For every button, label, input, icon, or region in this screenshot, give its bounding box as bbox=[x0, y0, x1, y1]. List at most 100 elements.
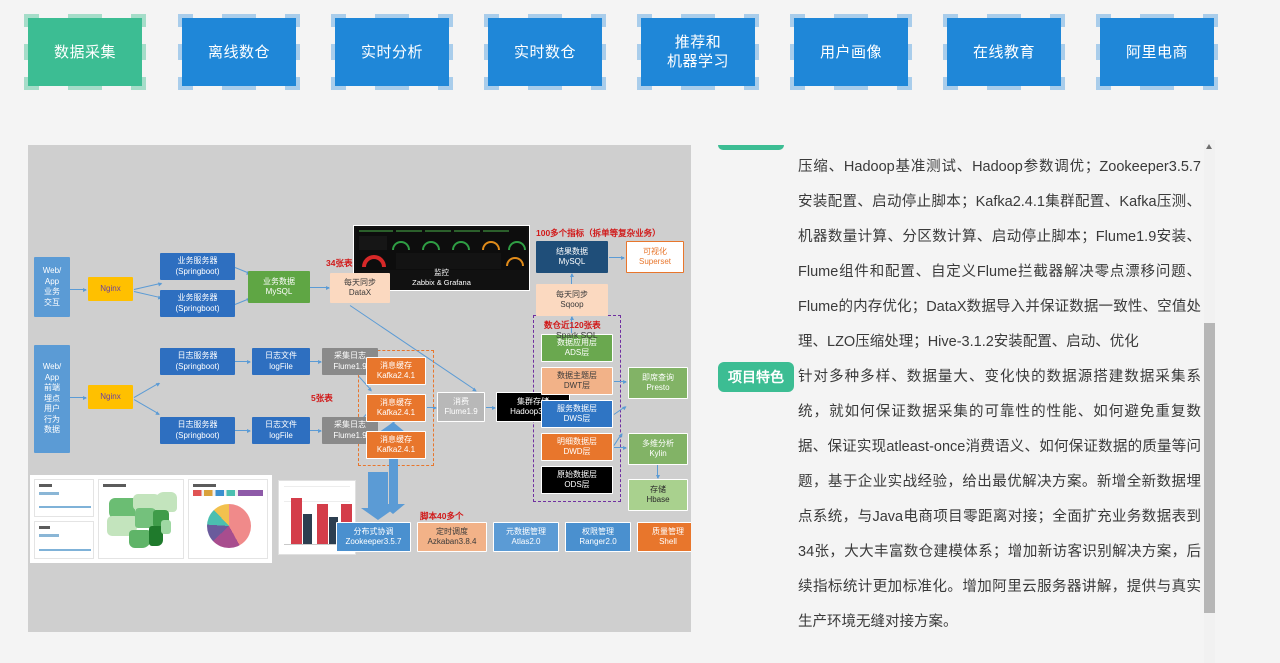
tab-label: 离线数仓 bbox=[207, 43, 270, 61]
node-text-line: ODS层 bbox=[564, 480, 590, 489]
arrow-ls1-lf1 bbox=[235, 361, 250, 363]
node-text-line: 原始数据层 bbox=[557, 469, 597, 479]
node-text-line: Atlas2.0 bbox=[511, 537, 541, 546]
scrollbar-thumb[interactable] bbox=[1204, 323, 1215, 613]
node-text-line: Azkaban3.8.4 bbox=[427, 537, 477, 546]
diagram-node-kylin: 多维分析 Kylin bbox=[628, 433, 688, 465]
arrow-nginx1-bs2 bbox=[133, 291, 162, 299]
node-text-line: DWT层 bbox=[563, 381, 591, 390]
diagram-node-mysql: 业务数据 MySQL bbox=[248, 271, 310, 303]
diagram-node-hbase: 存储 Hbase bbox=[628, 479, 688, 511]
node-text-line: 业务 bbox=[44, 287, 60, 296]
node-text-line: Flume1.9 bbox=[333, 361, 367, 371]
detail-scrollbar[interactable] bbox=[1204, 140, 1215, 663]
node-text-line: 日志服务器 bbox=[177, 420, 218, 429]
project-tab-strip: 数据采集 离线数仓 实时分析 实时数仓 推荐和 机器学习 用户画像 在线教育 阿里电商 bbox=[0, 0, 1280, 110]
node-text-line: 行为 bbox=[44, 414, 60, 424]
node-text-line: DWD层 bbox=[563, 447, 591, 456]
tab-4[interactable]: 实时数仓 bbox=[484, 14, 606, 90]
node-text-line: Nginx bbox=[100, 283, 121, 293]
diagram-node-bs1: 业务服务器 (Springboot) bbox=[160, 253, 235, 280]
diagram-label-lbl40: 脚本40多个 bbox=[420, 511, 464, 521]
node-text-line: Web/ bbox=[42, 266, 62, 275]
node-text-line: 业务服务器 bbox=[177, 293, 218, 302]
diagram-node-kf3: 消息缓存 Kafka2.4.1 bbox=[366, 431, 426, 459]
feature-badge: 项目特色 bbox=[718, 362, 794, 392]
arrow-lf1-fl1 bbox=[310, 361, 321, 363]
node-text-line: Presto bbox=[646, 383, 670, 392]
arrow-nginx2-ls1 bbox=[133, 382, 160, 399]
node-text-line: logFile bbox=[269, 361, 293, 371]
arrow-mysql-superset bbox=[609, 257, 624, 259]
arrow-nginx1-bs1 bbox=[133, 282, 162, 291]
arrow-mysql-datax bbox=[310, 287, 329, 289]
arrow-dwt-presto bbox=[614, 381, 626, 383]
node-text-line: 日志文件 bbox=[265, 351, 297, 360]
tab-3[interactable]: 实时分析 bbox=[331, 14, 453, 90]
diagram-node-lf2: 日志文件 logFile bbox=[252, 417, 310, 444]
tab-5[interactable]: 推荐和 机器学习 bbox=[637, 14, 759, 90]
diagram-label-lbl5: 5张表 bbox=[311, 393, 333, 403]
node-text-line: 业务数据 bbox=[263, 276, 295, 286]
arrow-zookeeper-kafka bbox=[361, 472, 395, 520]
tab-7[interactable]: 在线教育 bbox=[943, 14, 1065, 90]
node-text-line: 前端 bbox=[44, 383, 60, 393]
node-text-line: 用户 bbox=[44, 404, 60, 414]
node-text-line: 消费 bbox=[453, 396, 469, 406]
node-text-line: 可视化 bbox=[643, 246, 667, 256]
scroll-up-arrow-icon[interactable] bbox=[1206, 144, 1212, 149]
node-text-line: (Springboot) bbox=[175, 303, 220, 313]
node-text-line: 存储 bbox=[650, 484, 666, 494]
node-text-line: 数据主题层 bbox=[557, 370, 597, 380]
arrow-ls2-lf2 bbox=[235, 430, 250, 432]
diagram-node-src2: Web/App 前端 埋点 用户 行为 数据 bbox=[34, 345, 70, 453]
diagram-node-ranger: 权限管理 Ranger2.0 bbox=[565, 522, 631, 552]
detail-paragraph-features: 针对多种多样、数据量大、变化快的数据源搭建数据采集系统，就如何保证数据采集的可靠… bbox=[798, 369, 1201, 630]
node-text-line: Web/ bbox=[42, 362, 62, 372]
node-text-line: 埋点 bbox=[44, 393, 60, 403]
node-text-line: 数据 bbox=[44, 425, 60, 435]
node-text-line: 多维分析 bbox=[642, 438, 674, 448]
arrow-kylin-hbase bbox=[657, 465, 659, 478]
node-text-line: MySQL bbox=[265, 287, 293, 296]
tab-6[interactable]: 用户画像 bbox=[790, 14, 912, 90]
diagram-node-ods: 原始数据层 ODS层 bbox=[541, 466, 613, 494]
diagram-node-dwd: 明细数据层 DWD层 bbox=[541, 433, 613, 461]
node-text-line: Flume1.9 bbox=[444, 407, 478, 416]
node-text-line: Kafka2.4.1 bbox=[376, 371, 416, 380]
tab-1[interactable]: 数据采集 bbox=[24, 14, 146, 90]
node-text-line: 明细数据层 bbox=[557, 436, 597, 446]
node-text-line: (Springboot) bbox=[175, 430, 220, 440]
tab-label: 实时数仓 bbox=[513, 43, 576, 61]
section-badge-underline bbox=[718, 145, 784, 150]
node-text-line: Flume1.9 bbox=[333, 430, 367, 440]
node-text-line: 定时调度 bbox=[436, 526, 468, 536]
node-text-line: 采集日志 bbox=[334, 420, 366, 429]
diagram-node-zk: 分布式协调 Zookeeper3.5.7 bbox=[336, 522, 411, 552]
arrow-src1-nginx1 bbox=[70, 289, 86, 291]
node-text-line: 每天同步 bbox=[556, 289, 588, 299]
node-text-line: 分布式协调 bbox=[353, 526, 394, 536]
diagram-node-resmysql: 结果数据 MySQL bbox=[536, 241, 608, 273]
node-text-line: 采集日志 bbox=[334, 351, 366, 360]
node-text-line: 消息缓存 bbox=[380, 434, 412, 444]
node-text-line: DataX bbox=[348, 288, 372, 297]
node-text-line: Zookeeper3.5.7 bbox=[345, 537, 402, 546]
diagram-node-ls1: 日志服务器 (Springboot) bbox=[160, 348, 235, 375]
node-text-line: (Springboot) bbox=[175, 361, 220, 371]
dash-card-line1 bbox=[34, 479, 94, 517]
tab-8[interactable]: 阿里电商 bbox=[1096, 14, 1218, 90]
arrow-sqoop-mysql bbox=[571, 274, 573, 284]
diagram-node-lf1: 日志文件 logFile bbox=[252, 348, 310, 375]
tab-2[interactable]: 离线数仓 bbox=[178, 14, 300, 90]
diagram-node-presto: 即席查询 Presto bbox=[628, 367, 688, 399]
node-text-line: 结果数据 bbox=[556, 246, 588, 256]
node-text-line: Kylin bbox=[649, 449, 667, 458]
node-text-line: 交互 bbox=[44, 297, 60, 307]
node-text-line: 消息缓存 bbox=[380, 397, 412, 407]
diagram-node-shell: 质量管理 Shell bbox=[637, 522, 691, 552]
tab-label: 阿里电商 bbox=[1125, 43, 1188, 61]
diagram-node-superset: 可视化 Superset bbox=[626, 241, 684, 273]
diagram-node-nginx1: Nginx bbox=[88, 277, 133, 301]
dash-card-china-map bbox=[98, 479, 184, 559]
